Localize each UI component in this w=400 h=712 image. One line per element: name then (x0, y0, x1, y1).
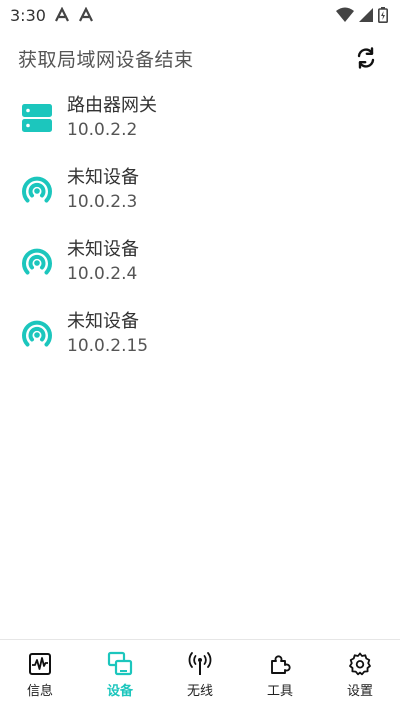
nav-label: 无线 (186, 683, 213, 699)
status-time: 3:30 (10, 5, 46, 25)
device-name: 未知设备 (67, 167, 139, 188)
nav-item-wireless[interactable]: 无线 (160, 640, 240, 712)
device-text: 未知设备 10.0.2.4 (67, 238, 139, 286)
app-header: 获取局域网设备结束 (0, 38, 400, 78)
device-text: 路由器网关 10.0.2.2 (67, 94, 157, 142)
device-icon-wrapper (18, 171, 56, 209)
device-item-unknown[interactable]: 未知设备 10.0.2.15 (0, 298, 400, 370)
device-text: 未知设备 10.0.2.15 (67, 310, 148, 358)
nav-icon-wrapper (186, 650, 214, 678)
pulse-icon (29, 652, 51, 675)
nav-item-tools[interactable]: 工具 (240, 640, 320, 712)
device-ip: 10.0.2.2 (67, 120, 138, 140)
device-icon-wrapper (18, 315, 56, 353)
gear-icon (349, 652, 371, 675)
device-item-unknown[interactable]: 未知设备 10.0.2.4 (0, 226, 400, 298)
antenna-icon (188, 651, 212, 675)
nav-icon-wrapper (266, 650, 294, 678)
nav-item-devices[interactable]: 设备 (80, 640, 160, 712)
device-name: 未知设备 (67, 311, 139, 332)
device-text: 未知设备 10.0.2.3 (67, 166, 139, 214)
refresh-icon (357, 47, 375, 69)
broadcast-icon (22, 248, 52, 275)
device-item-unknown[interactable]: 未知设备 10.0.2.3 (0, 154, 400, 226)
device-name: 未知设备 (67, 239, 139, 260)
status-bar-left: 3:30 (10, 6, 94, 25)
app-notification-icon (54, 7, 69, 22)
refresh-button[interactable] (352, 44, 380, 72)
broadcast-icon (22, 176, 52, 203)
broadcast-icon (22, 320, 52, 347)
device-item-router[interactable]: 路由器网关 10.0.2.2 (0, 82, 400, 154)
nav-label: 信息 (26, 683, 53, 699)
nav-icon-wrapper (106, 650, 134, 678)
device-list: 路由器网关 10.0.2.2 未知设备 10.0.2.3 未知设备 10.0.2… (0, 82, 400, 370)
nav-label: 工具 (266, 683, 293, 699)
device-icon-wrapper (18, 243, 56, 281)
device-ip: 10.0.2.3 (67, 192, 138, 212)
status-bar: 3:30 (0, 0, 400, 30)
nav-icon-wrapper (346, 650, 374, 678)
nav-label: 设置 (346, 683, 373, 699)
device-icon-wrapper (18, 99, 56, 137)
devices-icon (107, 651, 133, 675)
device-name: 路由器网关 (67, 95, 157, 116)
battery-icon (378, 7, 388, 23)
device-ip: 10.0.2.15 (67, 336, 149, 356)
device-ip: 10.0.2.4 (67, 264, 138, 284)
cell-signal-icon (359, 8, 373, 22)
nav-label: 设备 (106, 683, 133, 699)
router-icon (22, 104, 52, 132)
bottom-nav: 信息 设备 无线 工具 设置 (0, 639, 400, 712)
nav-item-info[interactable]: 信息 (0, 640, 80, 712)
puzzle-icon (271, 654, 291, 674)
wifi-icon (336, 7, 354, 22)
page-title: 获取局域网设备结束 (18, 48, 194, 71)
nav-icon-wrapper (26, 650, 54, 678)
status-bar-right (336, 7, 388, 23)
app-notification-icon (78, 7, 93, 22)
nav-item-settings[interactable]: 设置 (320, 640, 400, 712)
